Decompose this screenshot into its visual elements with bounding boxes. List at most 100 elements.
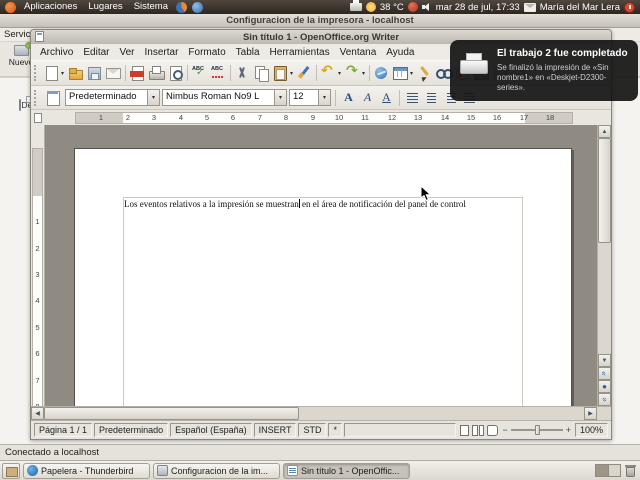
- insert-mode-cell[interactable]: INSERT: [253, 423, 297, 437]
- system-menu[interactable]: Sistema: [129, 0, 173, 14]
- toolbar-grip[interactable]: [34, 89, 39, 106]
- show-desktop-button[interactable]: [2, 462, 20, 479]
- scroll-up-button[interactable]: ▲: [598, 125, 611, 138]
- workspace-1[interactable]: [596, 465, 609, 476]
- new-document-icon[interactable]: [43, 65, 60, 81]
- auto-spellcheck-icon[interactable]: ABC: [210, 65, 227, 81]
- menu-insertar[interactable]: Insertar: [140, 47, 184, 58]
- taskbar-window-printer-config[interactable]: Configuracion de la im...: [153, 462, 280, 479]
- ubuntu-logo-icon[interactable]: [5, 1, 16, 13]
- menu-ver[interactable]: Ver: [114, 47, 139, 58]
- redo-icon[interactable]: ↷: [344, 62, 361, 81]
- navigation-button[interactable]: ●: [598, 380, 611, 393]
- horizontal-scrollbar[interactable]: ◀ ▶: [31, 406, 611, 420]
- next-page-button[interactable]: «: [598, 393, 611, 406]
- applet-icon[interactable]: [407, 2, 418, 12]
- menu-ayuda[interactable]: Ayuda: [381, 47, 419, 58]
- volume-icon[interactable]: [421, 2, 432, 12]
- page-count-cell[interactable]: Página 1 / 1: [34, 423, 93, 437]
- vertical-scroll-track[interactable]: [598, 243, 611, 354]
- trash-icon[interactable]: [625, 464, 636, 477]
- previous-page-button[interactable]: «: [598, 367, 611, 380]
- workspace-switcher[interactable]: [595, 464, 621, 477]
- document-canvas[interactable]: Los eventos relativos a la impresión se …: [46, 125, 597, 406]
- modified-flag-cell[interactable]: *: [328, 423, 342, 437]
- user-name-label[interactable]: María del Mar Lera: [540, 2, 620, 13]
- paragraph-style-combo[interactable]: Predeterminado ▾: [65, 89, 160, 106]
- applications-menu[interactable]: Aplicaciones: [19, 0, 82, 14]
- cut-icon[interactable]: [234, 65, 251, 81]
- vertical-ruler[interactable]: 1 2 3 4 5 6 7 8: [31, 125, 45, 406]
- document-page[interactable]: Los eventos relativos a la impresión se …: [74, 148, 572, 406]
- spellcheck-icon[interactable]: ABC ✓: [191, 65, 208, 81]
- menu-editar[interactable]: Editar: [78, 47, 114, 58]
- workspace-2[interactable]: [608, 465, 620, 476]
- copy-icon[interactable]: [253, 65, 270, 82]
- zoom-percent-cell[interactable]: 100%: [574, 423, 608, 437]
- paste-dropdown-arrow[interactable]: ▾: [288, 70, 295, 77]
- undo-dropdown-arrow[interactable]: ▾: [336, 70, 343, 77]
- align-left-icon[interactable]: [404, 90, 421, 106]
- underline-button[interactable]: A: [378, 89, 395, 106]
- printer-menu-item[interactable]: Servic: [4, 29, 30, 40]
- font-name-combo[interactable]: Nimbus Roman No9 L ▾: [162, 89, 287, 106]
- zoom-track[interactable]: [510, 425, 563, 435]
- print-queue-icon[interactable]: [349, 0, 362, 11]
- zoom-slider[interactable]: − +: [500, 425, 573, 435]
- open-icon[interactable]: [67, 65, 84, 81]
- styles-icon[interactable]: [45, 90, 62, 106]
- scroll-left-button[interactable]: ◀: [31, 407, 44, 420]
- save-icon[interactable]: [86, 65, 103, 81]
- clock-label[interactable]: mar 28 de jul, 17:33: [436, 2, 520, 13]
- menu-ventana[interactable]: Ventana: [335, 47, 382, 58]
- format-paintbrush-icon[interactable]: [296, 65, 313, 81]
- horizontal-ruler[interactable]: 1 2 3 4 5 6 7 8 9 10 11 12 13 14 15 16 1…: [45, 110, 611, 125]
- vertical-scroll-thumb[interactable]: [598, 138, 611, 243]
- document-text-line[interactable]: Los eventos relativos a la impresión se …: [124, 198, 551, 210]
- align-center-icon[interactable]: [423, 90, 440, 106]
- printer-window-titlebar[interactable]: Configuracion de la impresora - localhos…: [0, 14, 640, 28]
- bold-button[interactable]: A: [340, 89, 357, 106]
- toolbar-grip[interactable]: [34, 65, 39, 81]
- book-view-icon[interactable]: [486, 423, 498, 437]
- ruler-corner-button[interactable]: [31, 110, 45, 125]
- email-icon[interactable]: [105, 65, 122, 81]
- style-dropdown-button[interactable]: ▾: [147, 90, 159, 105]
- firefox-launcher-icon[interactable]: [176, 1, 188, 13]
- taskbar-window-writer[interactable]: Sin título 1 - OpenOffic...: [283, 462, 410, 479]
- print-icon[interactable]: [148, 65, 165, 81]
- places-menu[interactable]: Lugares: [83, 0, 127, 14]
- taskbar-window-thunderbird[interactable]: Papelera - Thunderbird: [23, 462, 150, 479]
- selection-mode-cell[interactable]: STD: [298, 423, 327, 437]
- undo-icon[interactable]: ↶: [320, 62, 337, 81]
- size-dropdown-button[interactable]: ▾: [318, 90, 330, 105]
- draw-functions-icon[interactable]: [416, 65, 433, 81]
- page-preview-icon[interactable]: [167, 65, 184, 81]
- multi-page-view-icon[interactable]: [472, 423, 484, 437]
- horizontal-scroll-track[interactable]: [44, 407, 584, 420]
- paste-icon[interactable]: [272, 65, 289, 81]
- new-dropdown-arrow[interactable]: ▾: [59, 70, 66, 77]
- scroll-down-button[interactable]: ▼: [598, 354, 611, 367]
- vertical-scrollbar[interactable]: ▲ ▼ « ● «: [597, 125, 611, 406]
- scroll-right-button[interactable]: ▶: [584, 407, 597, 420]
- menu-formato[interactable]: Formato: [183, 47, 230, 58]
- redo-dropdown-arrow[interactable]: ▾: [360, 70, 367, 77]
- font-size-combo[interactable]: 12 ▾: [289, 89, 331, 106]
- power-icon[interactable]: [624, 1, 635, 13]
- zoom-in-icon[interactable]: +: [566, 425, 571, 435]
- temperature-label[interactable]: 38 °C: [380, 2, 404, 13]
- menu-herramientas[interactable]: Herramientas: [265, 47, 335, 58]
- italic-button[interactable]: A: [359, 89, 376, 106]
- font-dropdown-button[interactable]: ▾: [274, 90, 286, 105]
- zoom-out-icon[interactable]: −: [502, 425, 507, 435]
- export-pdf-icon[interactable]: [129, 65, 146, 81]
- mail-indicator-icon[interactable]: [523, 2, 536, 12]
- horizontal-scroll-thumb[interactable]: [44, 407, 299, 420]
- page-style-cell[interactable]: Predeterminado: [94, 423, 169, 437]
- insert-table-icon[interactable]: [392, 65, 409, 81]
- help-launcher-icon[interactable]: [192, 1, 204, 13]
- single-page-view-icon[interactable]: [458, 423, 470, 437]
- menu-tabla[interactable]: Tabla: [231, 47, 265, 58]
- hyperlink-icon[interactable]: [373, 65, 390, 81]
